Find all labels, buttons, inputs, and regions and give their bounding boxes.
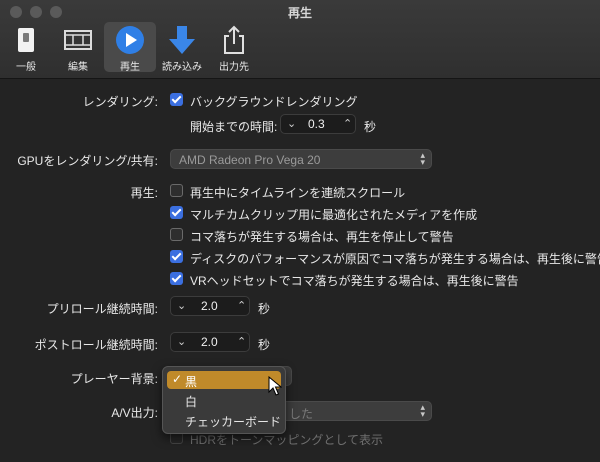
menu-item-label: 黒	[185, 375, 198, 389]
preroll-unit: 秒	[258, 302, 271, 316]
start-delay-label: 開始までの時間:	[190, 120, 278, 134]
background-rendering-label: バックグラウンドレンダリング	[190, 95, 358, 109]
preroll-label: プリロール継続時間:	[46, 302, 158, 316]
gpu-label: GPUをレンダリング/共有:	[17, 154, 158, 168]
checkmark-icon: ✓	[172, 372, 183, 386]
chevron-down-icon[interactable]: ⌄	[177, 299, 186, 312]
gpu-value: AMD Radeon Pro Vega 20	[179, 153, 321, 167]
toolbar-import[interactable]: 読み込み	[156, 22, 208, 73]
disk-performance-warn-label: ディスクのパフォーマンスが原因でコマ落ちが発生する場合は、再生後に警告	[190, 252, 600, 266]
player-background-label: プレーヤー背景:	[70, 372, 158, 386]
postroll-unit: 秒	[258, 338, 271, 352]
chevron-down-icon[interactable]: ⌄	[177, 335, 186, 348]
postroll-label: ポストロール継続時間:	[34, 338, 158, 352]
film-icon	[64, 30, 92, 50]
gpu-popup[interactable]: AMD Radeon Pro Vega 20 ▴ ▾	[170, 149, 432, 169]
toolbar-playback[interactable]: 再生	[104, 22, 156, 73]
import-arrow-icon	[169, 26, 195, 54]
toolbar-label: 出力先	[219, 62, 249, 73]
toolbar-editing[interactable]: 編集	[52, 22, 104, 73]
menu-item-label: チェッカーボード	[185, 415, 282, 429]
chevron-up-icon[interactable]: ⌃	[237, 299, 246, 312]
switch-icon	[18, 28, 34, 52]
preferences-window: 再生 一般 編集 再生 読み込み 出力先 レンダリング: バックグラウンドレンダ…	[0, 0, 600, 462]
toolbar-general[interactable]: 一般	[0, 22, 52, 73]
share-icon	[224, 25, 244, 54]
title-toolbar: 再生 一般 編集 再生 読み込み 出力先	[0, 0, 600, 79]
window-title: 再生	[287, 6, 312, 20]
chevron-up-icon[interactable]: ⌃	[237, 335, 246, 348]
toolbar-label: 一般	[16, 62, 36, 73]
postroll-value: 2.0	[201, 335, 218, 349]
start-delay-stepper[interactable]: ⌄ 0.3 ⌃	[280, 114, 356, 134]
av-output-value: した	[289, 407, 314, 421]
start-delay-unit: 秒	[364, 120, 377, 134]
mouse-pointer-icon	[268, 376, 282, 396]
av-output-label: A/V出力:	[111, 406, 158, 420]
play-icon	[116, 26, 144, 54]
start-delay-value: 0.3	[308, 117, 325, 131]
preroll-stepper[interactable]: ⌄ 2.0 ⌃	[170, 296, 250, 316]
disk-performance-warn-checkbox[interactable]	[170, 250, 183, 263]
background-rendering-checkbox[interactable]	[170, 93, 183, 106]
vr-headset-warn-checkbox[interactable]	[170, 272, 183, 285]
preroll-value: 2.0	[201, 299, 218, 313]
toolbar-label: 再生	[120, 62, 140, 73]
playback-label: 再生:	[130, 186, 158, 200]
chevron-up-icon[interactable]: ⌃	[343, 117, 352, 130]
postroll-stepper[interactable]: ⌄ 2.0 ⌃	[170, 332, 250, 352]
menu-item-black[interactable]: ✓ 黒	[167, 371, 281, 389]
dropped-frames-stop-label: コマ落ちが発生する場合は、再生を停止して警告	[190, 230, 454, 244]
multicam-optimize-checkbox[interactable]	[170, 206, 183, 219]
rendering-label: レンダリング:	[82, 95, 158, 109]
vr-headset-warn-label: VRヘッドセットでコマ落ちが発生する場合は、再生後に警告	[190, 274, 519, 288]
toolbar-destinations[interactable]: 出力先	[208, 22, 260, 73]
toolbar-label: 編集	[68, 62, 88, 73]
chevron-down-icon[interactable]: ⌄	[287, 117, 296, 130]
menu-item-label: 白	[185, 395, 198, 409]
multicam-optimize-label: マルチカムクリップ用に最適化されたメディアを作成	[190, 208, 478, 222]
menu-item-checkerboard[interactable]: チェッカーボード	[167, 411, 281, 429]
continuous-scroll-label: 再生中にタイムラインを連続スクロール	[190, 186, 406, 200]
chevron-updown-icon: ▴ ▾	[420, 402, 425, 419]
continuous-scroll-checkbox[interactable]	[170, 184, 183, 197]
dropped-frames-stop-checkbox[interactable]	[170, 228, 183, 241]
menu-item-white[interactable]: 白	[167, 391, 281, 409]
toolbar-label: 読み込み	[162, 62, 202, 73]
chevron-updown-icon: ▴ ▾	[420, 150, 425, 167]
